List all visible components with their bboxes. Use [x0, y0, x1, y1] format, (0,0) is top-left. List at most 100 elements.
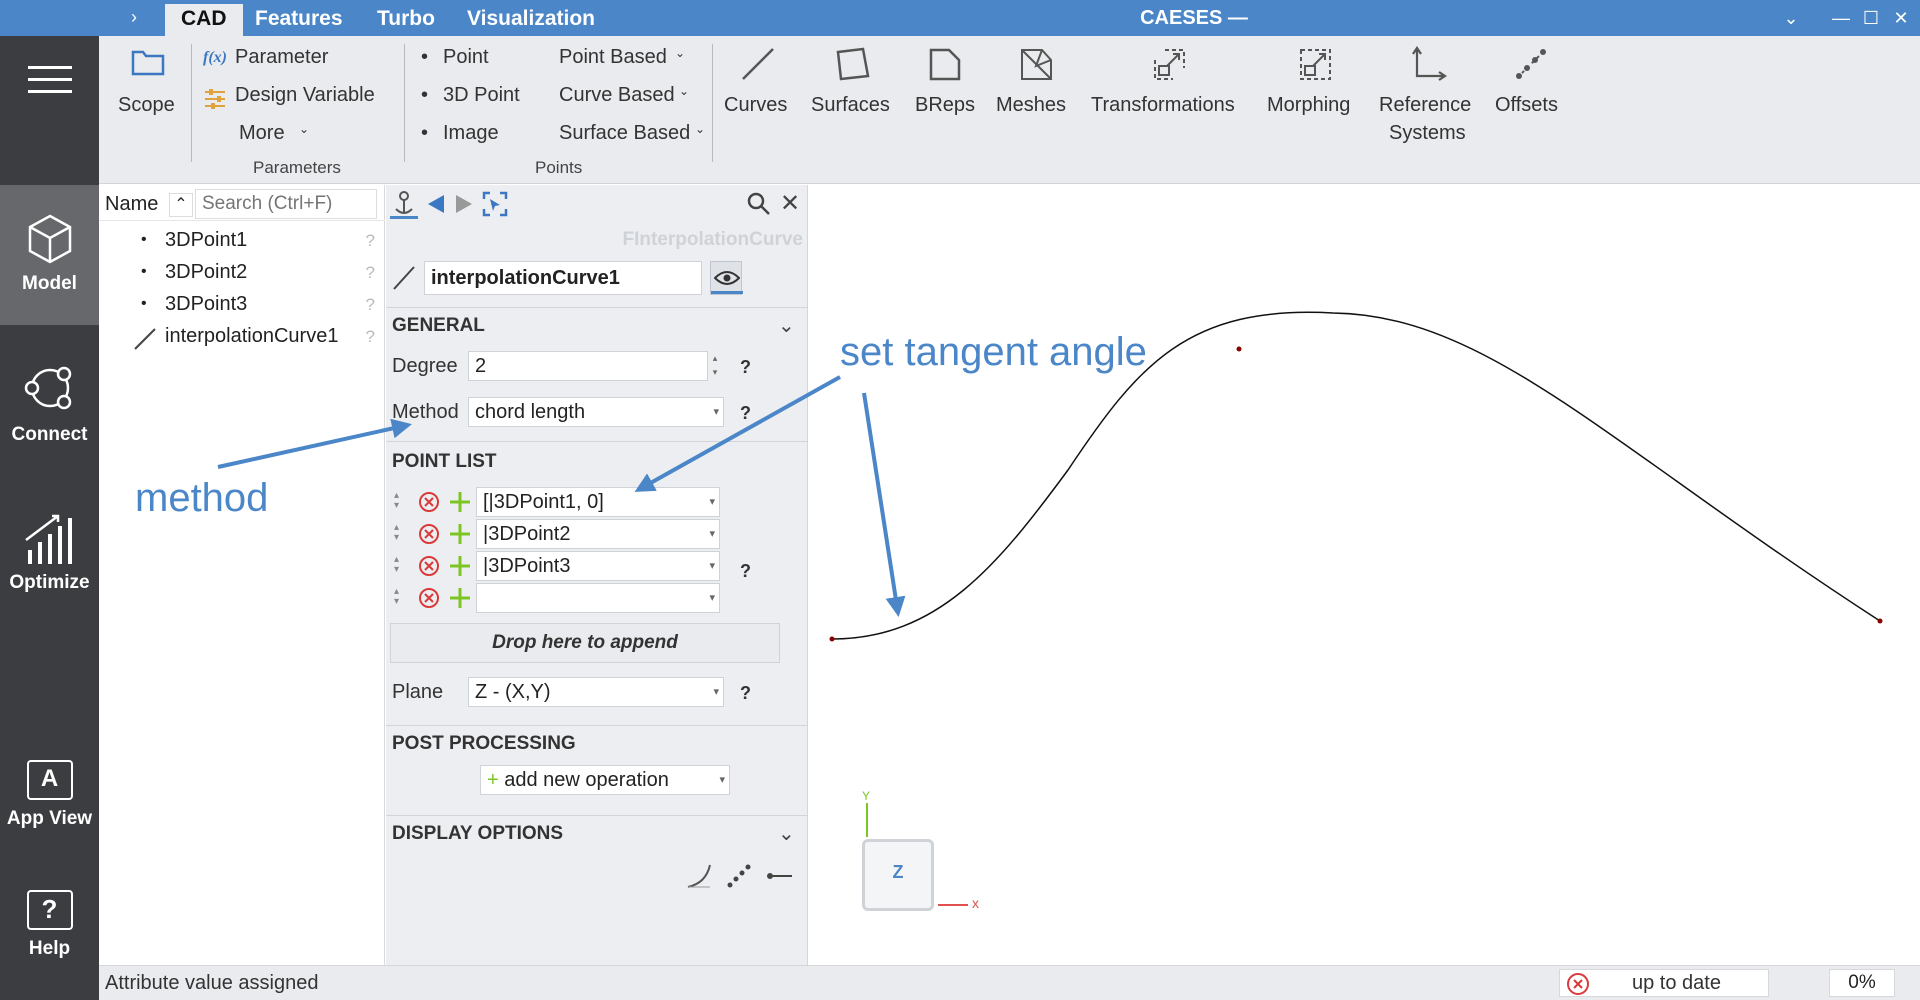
nav-optimize[interactable]: Optimize	[0, 510, 99, 610]
nav-menu-button[interactable]	[0, 60, 99, 120]
close-button[interactable]: ✕	[1886, 4, 1916, 32]
view-cube[interactable]: Z	[862, 839, 934, 911]
chevron-down-icon[interactable]: ⌄	[778, 313, 795, 338]
spin-arrows-icon[interactable]: ▴ ▾	[708, 351, 722, 381]
plane-select[interactable]: Z - (X,Y) ▾	[468, 677, 724, 707]
point-entry-field[interactable]: [|3DPoint1, 0] ▾	[476, 487, 720, 517]
add-plus-icon[interactable]	[448, 490, 472, 514]
remove-circle-icon[interactable]	[418, 491, 440, 513]
chevron-down-icon[interactable]: ⌄	[778, 821, 795, 846]
point-based-menu[interactable]: Point Based ⌄	[559, 46, 699, 76]
reorder-handle-icon[interactable]: ▴ ▾	[394, 555, 399, 575]
points-display-icon[interactable]	[726, 863, 752, 889]
tree-item-3dpoint3[interactable]: • 3DPoint3 ?	[99, 293, 385, 323]
close-panel-icon[interactable]: ✕	[780, 189, 800, 218]
post-processing-section-title[interactable]: POST PROCESSING	[392, 733, 576, 755]
tree-search-input[interactable]	[195, 189, 377, 219]
point-entry-field[interactable]: |3DPoint2 ▾	[476, 519, 720, 549]
help-mark[interactable]: ?	[366, 327, 375, 347]
3d-point-button[interactable]: • 3D Point	[421, 84, 531, 114]
transformations-button[interactable]: Transformations	[1091, 42, 1251, 122]
breps-label: BReps	[915, 94, 976, 116]
tab-features[interactable]: Features	[239, 4, 359, 36]
tab-visualization[interactable]: Visualization	[451, 4, 611, 36]
forward-arrow-icon[interactable]	[454, 193, 474, 215]
drop-append-zone[interactable]: Drop here to append	[390, 623, 780, 663]
degree-spinbox[interactable]: 2	[468, 351, 708, 381]
tangent-display-icon[interactable]	[766, 863, 794, 889]
curve-display-icon[interactable]	[686, 863, 712, 889]
surface-based-menu[interactable]: Surface Based ⌄	[559, 122, 719, 152]
help-mark[interactable]: ?	[366, 263, 375, 283]
scope-button[interactable]: Scope	[113, 46, 177, 136]
minimize-button[interactable]: —	[1826, 4, 1856, 32]
more-button[interactable]: More ⌄	[239, 122, 329, 152]
maximize-button[interactable]: ☐	[1856, 4, 1886, 32]
curves-button[interactable]: Curves	[722, 42, 792, 122]
add-operation-dropdown[interactable]: + add new operation ▾	[480, 765, 730, 795]
add-plus-icon[interactable]	[448, 522, 472, 546]
select-target-icon[interactable]	[482, 191, 508, 217]
tree-item-3dpoint2[interactable]: • 3DPoint2 ?	[99, 261, 385, 291]
breps-button[interactable]: BReps	[913, 42, 979, 122]
method-select[interactable]: chord length ▾	[468, 397, 724, 427]
nav-model[interactable]: Model	[0, 185, 99, 325]
point-button[interactable]: • Point	[421, 46, 511, 76]
ribbon-collapse-button[interactable]: ⌄	[1776, 4, 1806, 32]
help-mark[interactable]: ?	[366, 295, 375, 315]
remove-circle-icon[interactable]	[418, 523, 440, 545]
tree-item-3dpoint1[interactable]: • 3DPoint1 ?	[99, 229, 385, 259]
object-name-field[interactable]: interpolationCurve1	[424, 261, 702, 295]
curve-control-point[interactable]	[829, 636, 835, 642]
point-entry-field[interactable]: |3DPoint3 ▾	[476, 551, 720, 581]
help-mark[interactable]: ?	[740, 561, 751, 582]
add-plus-icon[interactable]	[448, 586, 472, 610]
surfaces-button[interactable]: Surfaces	[811, 42, 897, 122]
general-section-title[interactable]: GENERAL	[392, 315, 485, 337]
reorder-handle-icon[interactable]: ▴ ▾	[394, 587, 399, 607]
curve-canvas[interactable]	[808, 185, 1920, 965]
tree-item-interpolationcurve1[interactable]: interpolationCurve1 ?	[99, 325, 385, 355]
design-variable-button[interactable]: Design Variable	[203, 84, 403, 114]
nav-app-view[interactable]: A App View	[0, 760, 99, 860]
help-mark[interactable]: ?	[740, 403, 751, 424]
expand-sidebar-button[interactable]: ›	[122, 4, 146, 30]
folder-icon	[131, 50, 165, 76]
reference-systems-button[interactable]: Reference Systems	[1379, 42, 1479, 152]
point-list-section-title[interactable]: POINT LIST	[392, 451, 497, 473]
update-status-box[interactable]: up to date	[1559, 969, 1769, 997]
point-bullet-icon: •	[141, 295, 147, 312]
reorder-handle-icon[interactable]: ▴ ▾	[394, 523, 399, 543]
3d-viewport[interactable]: Z Y x	[808, 185, 1920, 965]
tab-turbo[interactable]: Turbo	[361, 4, 451, 36]
curve-control-point[interactable]	[1236, 346, 1242, 352]
point-entry-field[interactable]: ▾	[476, 583, 720, 613]
3d-point-label: 3D Point	[443, 84, 520, 106]
add-plus-icon[interactable]	[448, 554, 472, 578]
help-icon: ?	[26, 890, 73, 930]
parameter-button[interactable]: f(x) Parameter	[203, 46, 383, 76]
curve-based-menu[interactable]: Curve Based ⌄	[559, 84, 699, 114]
nav-connect[interactable]: Connect	[0, 360, 99, 460]
display-options-section-title[interactable]: DISPLAY OPTIONS	[392, 823, 563, 845]
image-button[interactable]: • Image	[421, 122, 521, 152]
visibility-eye-button[interactable]	[710, 261, 743, 295]
nav-help[interactable]: ? Help	[0, 890, 99, 990]
sort-chevron-up-icon[interactable]: ⌃	[169, 193, 193, 217]
tree-name-header[interactable]: Name	[105, 193, 158, 216]
help-mark[interactable]: ?	[740, 683, 751, 704]
help-mark[interactable]: ?	[740, 357, 751, 378]
offsets-button[interactable]: Offsets	[1495, 42, 1575, 122]
remove-circle-icon[interactable]	[418, 587, 440, 609]
anchor-icon[interactable]	[390, 189, 418, 219]
back-arrow-icon[interactable]	[426, 193, 446, 215]
axis-x-label: x	[972, 895, 979, 911]
tab-cad[interactable]: CAD	[165, 4, 243, 36]
help-mark[interactable]: ?	[366, 231, 375, 251]
remove-circle-icon[interactable]	[418, 555, 440, 577]
curve-control-point[interactable]	[1877, 618, 1883, 624]
morphing-button[interactable]: Morphing	[1267, 42, 1363, 122]
meshes-button[interactable]: Meshes	[996, 42, 1076, 122]
reorder-handle-icon[interactable]: ▴ ▾	[394, 491, 399, 511]
search-icon[interactable]	[746, 191, 772, 217]
